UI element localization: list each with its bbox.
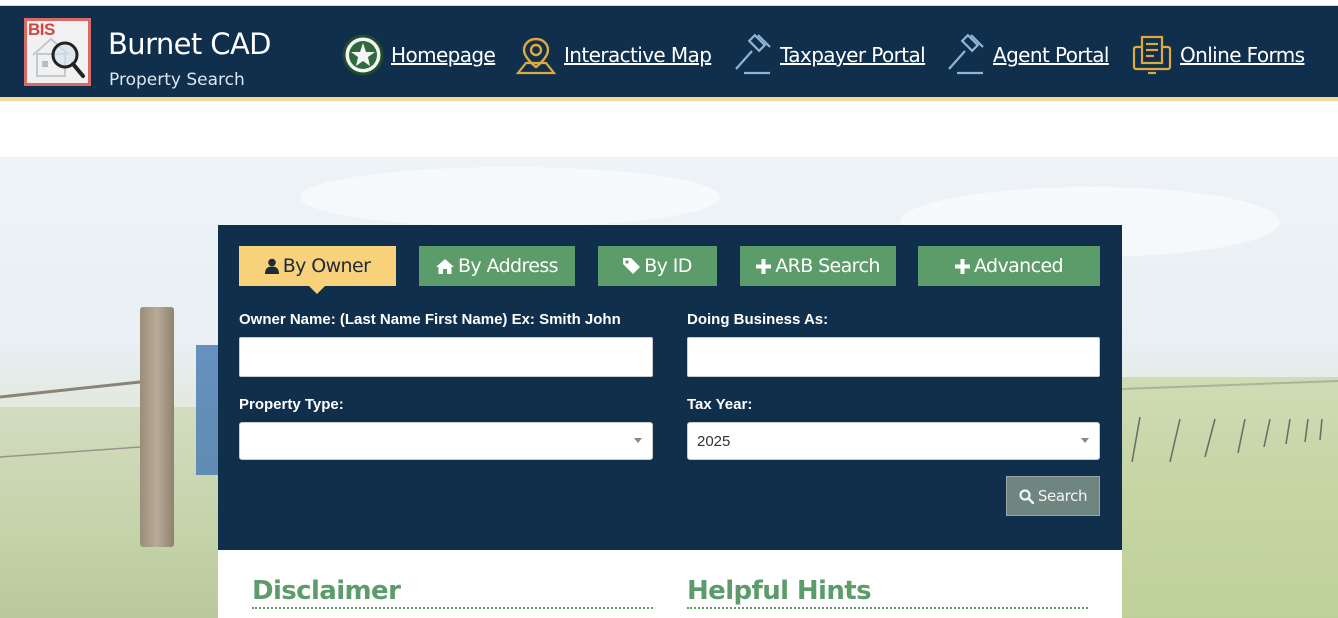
house-magnifier-icon [32,37,85,78]
gavel-icon [730,33,774,77]
divider [687,607,1088,609]
search-button-label: Search [1037,487,1088,505]
form-monitor-icon [1130,33,1174,77]
tab-label: ARB Search [775,255,880,277]
nav-online-forms[interactable]: Online Forms [1130,30,1305,80]
search-icon [1019,488,1034,504]
tab-label: By Address [458,255,559,277]
doing-business-as-label: Doing Business As: [687,311,829,328]
nav-homepage[interactable]: Homepage [341,30,496,80]
info-section: Disclaimer Helpful Hints [218,550,1122,618]
brand-title: Burnet CAD [108,27,272,61]
property-type-label: Property Type: [239,396,344,413]
search-panel: By Owner By Address By ID ARB Search Adv… [218,225,1122,550]
tab-by-owner[interactable]: By Owner [239,246,396,294]
nav-interactive-map[interactable]: Interactive Map [514,30,712,80]
header-accent-stripe [0,97,1338,101]
owner-name-input[interactable] [239,337,653,377]
owner-name-label: Owner Name: (Last Name First Name) Ex: S… [239,311,621,328]
plus-icon [756,258,772,274]
nav-homepage-label: Homepage [391,43,496,67]
tab-label: By ID [644,255,692,277]
disclaimer-heading: Disclaimer [252,576,401,606]
texas-star-seal-icon [341,33,385,77]
chevron-down-icon [634,438,642,443]
bis-logo[interactable]: BIS [24,18,91,86]
chevron-down-icon [1081,438,1089,443]
site-header: BIS Burnet CAD Property Search Homepage [0,6,1338,97]
tax-year-label: Tax Year: [687,396,753,413]
user-icon [264,258,279,274]
home-icon [436,258,454,274]
tab-by-address[interactable]: By Address [419,246,575,286]
nav-agent-portal-label: Agent Portal [993,43,1109,67]
nav-taxpayer-portal[interactable]: Taxpayer Portal [730,30,926,80]
search-button[interactable]: Search [1006,476,1100,516]
tab-label: Advanced [973,255,1064,277]
nav-interactive-map-label: Interactive Map [564,43,712,67]
gavel-icon [943,33,987,77]
tax-year-value: 2025 [697,432,731,450]
map-pin-icon [514,33,558,77]
helpful-hints-heading: Helpful Hints [687,576,872,606]
tag-icon [623,258,641,274]
plus-icon [954,258,970,274]
tab-label: By Owner [282,255,371,277]
nav-agent-portal[interactable]: Agent Portal [943,30,1109,80]
tab-by-id[interactable]: By ID [598,246,717,286]
tab-advanced[interactable]: Advanced [918,246,1100,286]
divider [252,607,653,609]
nav-taxpayer-portal-label: Taxpayer Portal [780,43,926,67]
doing-business-as-input[interactable] [687,337,1100,377]
tax-year-select[interactable]: 2025 [687,422,1100,460]
nav-online-forms-label: Online Forms [1180,43,1305,67]
tab-arb-search[interactable]: ARB Search [740,246,896,286]
brand-subtitle: Property Search [109,70,245,90]
property-type-select[interactable] [239,422,653,460]
